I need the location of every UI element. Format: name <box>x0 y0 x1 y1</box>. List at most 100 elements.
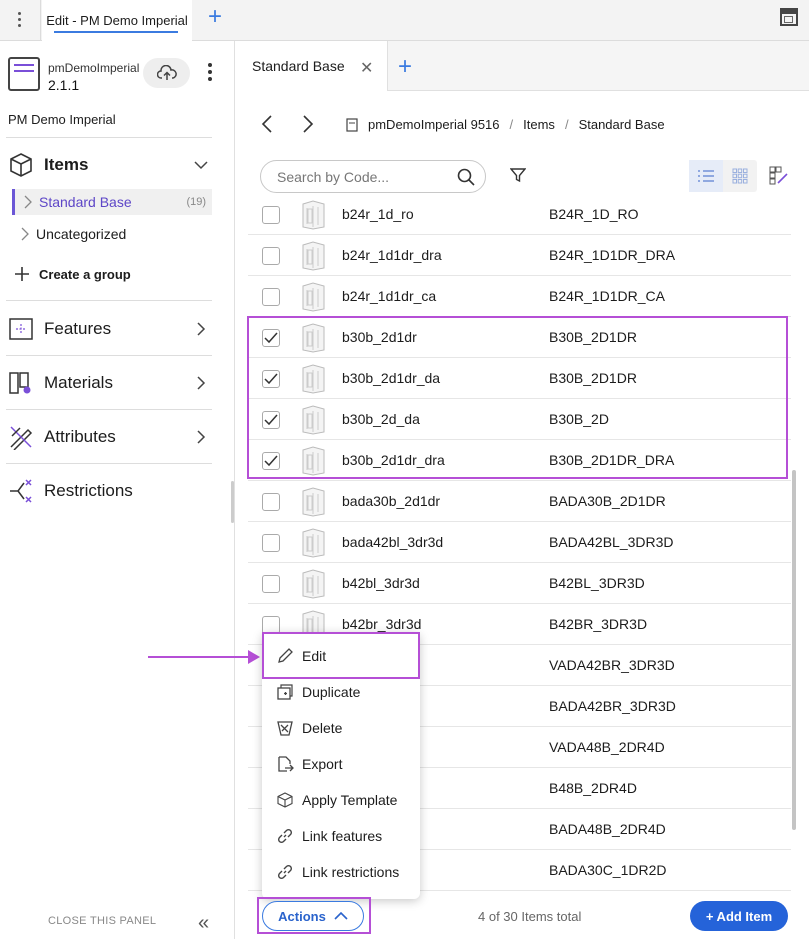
menu-item-link-features[interactable]: Link features <box>262 818 420 854</box>
table-row[interactable]: b30b_2d1dr_da B30B_2D1DR <box>248 358 791 399</box>
row-checkbox[interactable] <box>262 206 280 224</box>
row-checkbox[interactable] <box>262 247 280 265</box>
tab-edit-library[interactable]: Edit - PM Demo Imperial <box>42 0 192 41</box>
menu-item-link-restrictions[interactable]: Link restrictions <box>262 854 420 890</box>
menu-item-apply-template[interactable]: Apply Template <box>262 782 420 818</box>
row-checkbox[interactable] <box>262 452 280 470</box>
features-icon <box>9 318 33 340</box>
sidebar-item-restrictions[interactable]: Restrictions <box>8 471 213 511</box>
scrollbar[interactable] <box>792 470 796 830</box>
list-view-icon <box>698 170 714 182</box>
new-tab-plus-icon[interactable]: + <box>398 53 412 81</box>
item-code: B48B_2DR4D <box>549 780 637 796</box>
double-chevron-left-icon[interactable]: « <box>198 912 209 935</box>
chevron-right-icon[interactable] <box>193 429 209 445</box>
sidebar-item-label: Attributes <box>44 427 116 446</box>
sidebar-item-items[interactable]: Items <box>8 145 213 185</box>
new-tab-plus-icon[interactable]: + <box>204 5 226 29</box>
row-checkbox[interactable] <box>262 493 280 511</box>
annotation-arrow <box>148 656 252 658</box>
cabinet-thumbnail-icon <box>300 282 326 312</box>
chevron-right-icon[interactable] <box>193 375 209 391</box>
search-icon[interactable] <box>457 168 475 186</box>
search-input[interactable] <box>277 168 447 185</box>
actions-button[interactable]: Actions <box>262 901 364 931</box>
library-options-icon[interactable] <box>204 63 216 85</box>
menu-item-label: Duplicate <box>302 684 361 700</box>
table-row[interactable]: bada30b_2d1dr BADA30B_2D1DR <box>248 481 791 522</box>
plus-icon <box>15 267 29 281</box>
item-code: B24R_1D1DR_DRA <box>549 247 676 263</box>
table-row[interactable]: bada42bl_3dr3d BADA42BL_3DR3D <box>248 522 791 563</box>
table-row[interactable]: b30b_2d1dr B30B_2D1DR <box>248 317 791 358</box>
create-group-button[interactable]: Create a group <box>14 266 131 282</box>
breadcrumb-separator: / <box>564 117 569 132</box>
filter-icon[interactable] <box>510 167 526 183</box>
group-uncategorized[interactable]: Uncategorized <box>12 221 212 247</box>
chevron-down-icon[interactable] <box>193 157 209 173</box>
window-layout-icon[interactable] <box>780 8 798 26</box>
divider <box>6 409 212 410</box>
menu-item-export[interactable]: Export <box>262 746 420 782</box>
item-code: B30B_2D1DR_DRA <box>549 452 675 468</box>
row-checkbox[interactable] <box>262 575 280 593</box>
list-view-button[interactable] <box>689 160 723 192</box>
close-icon[interactable]: ✕ <box>360 58 373 78</box>
sidebar-item-attributes[interactable]: Attributes <box>8 417 213 457</box>
breadcrumb-items[interactable]: Items <box>523 117 555 132</box>
row-checkbox[interactable] <box>262 288 280 306</box>
table-row[interactable]: b24r_1d_ro B24R_1D_RO <box>248 194 791 235</box>
table-row[interactable]: b30b_2d_da B30B_2D <box>248 399 791 440</box>
sidebar-item-features[interactable]: Features <box>8 309 213 349</box>
sidebar-item-materials[interactable]: Materials <box>8 363 213 403</box>
item-code: B30B_2D <box>549 411 609 427</box>
row-checkbox[interactable] <box>262 329 280 347</box>
item-code: B24R_1D_RO <box>549 206 639 222</box>
search-box <box>260 160 486 193</box>
chevron-right-icon[interactable] <box>193 321 209 337</box>
tab-title: Edit - PM Demo Imperial <box>46 13 188 28</box>
library-panel: pmDemoImperial 2.1.1 PM Demo Imperial It… <box>0 41 235 939</box>
menu-item-duplicate[interactable]: Duplicate <box>262 674 420 710</box>
tab-standard-base[interactable]: Standard Base ✕ <box>236 41 388 91</box>
item-name: bada42bl_3dr3d <box>342 534 444 550</box>
table-row[interactable]: b24r_1d1dr_ca B24R_1D1DR_CA <box>248 276 791 317</box>
cabinet-thumbnail-icon <box>300 241 326 271</box>
grid-edit-icon[interactable] <box>769 166 789 186</box>
item-code: B30B_2D1DR <box>549 370 637 386</box>
group-standard-base[interactable]: Standard Base (19) <box>12 189 212 215</box>
divider <box>40 0 41 41</box>
breadcrumb-library[interactable]: pmDemoImperial 9516 <box>368 117 500 132</box>
cloud-upload-button[interactable] <box>143 58 190 88</box>
library-name: pmDemoImperial <box>48 61 140 75</box>
trash-icon <box>276 719 294 737</box>
item-code: BADA48B_2DR4D <box>549 821 666 837</box>
row-checkbox[interactable] <box>262 370 280 388</box>
row-checkbox[interactable] <box>262 534 280 552</box>
grid-view-button[interactable] <box>723 160 757 192</box>
cabinet-thumbnail-icon <box>300 528 326 558</box>
menu-item-delete[interactable]: Delete <box>262 710 420 746</box>
sidebar-item-label: Materials <box>44 373 113 392</box>
close-panel-link[interactable]: CLOSE THIS PANEL <box>48 915 156 927</box>
menu-item-edit[interactable]: Edit <box>262 638 420 674</box>
library-version: 2.1.1 <box>48 77 80 93</box>
item-code: BADA42BR_3DR3D <box>549 698 676 714</box>
app-menu-icon[interactable] <box>10 8 28 30</box>
link-icon <box>276 863 294 881</box>
table-row[interactable]: b30b_2d1dr_dra B30B_2D1DR_DRA <box>248 440 791 481</box>
resize-handle[interactable] <box>231 481 234 523</box>
table-row[interactable]: b42bl_3dr3d B42BL_3DR3D <box>248 563 791 604</box>
row-checkbox[interactable] <box>262 411 280 429</box>
breadcrumb: pmDemoImperial 9516 / Items / Standard B… <box>346 117 665 132</box>
table-row[interactable]: b24r_1d1dr_dra B24R_1D1DR_DRA <box>248 235 791 276</box>
restrictions-icon <box>10 479 32 503</box>
library-book-icon <box>346 117 358 132</box>
item-code: B30B_2D1DR <box>549 329 637 345</box>
materials-icon <box>9 372 31 394</box>
back-arrow-icon[interactable] <box>260 114 274 134</box>
cabinet-thumbnail-icon <box>300 446 326 476</box>
add-item-button[interactable]: + Add Item <box>690 901 788 931</box>
chevron-right-icon <box>21 227 29 241</box>
forward-arrow-icon[interactable] <box>301 114 315 134</box>
